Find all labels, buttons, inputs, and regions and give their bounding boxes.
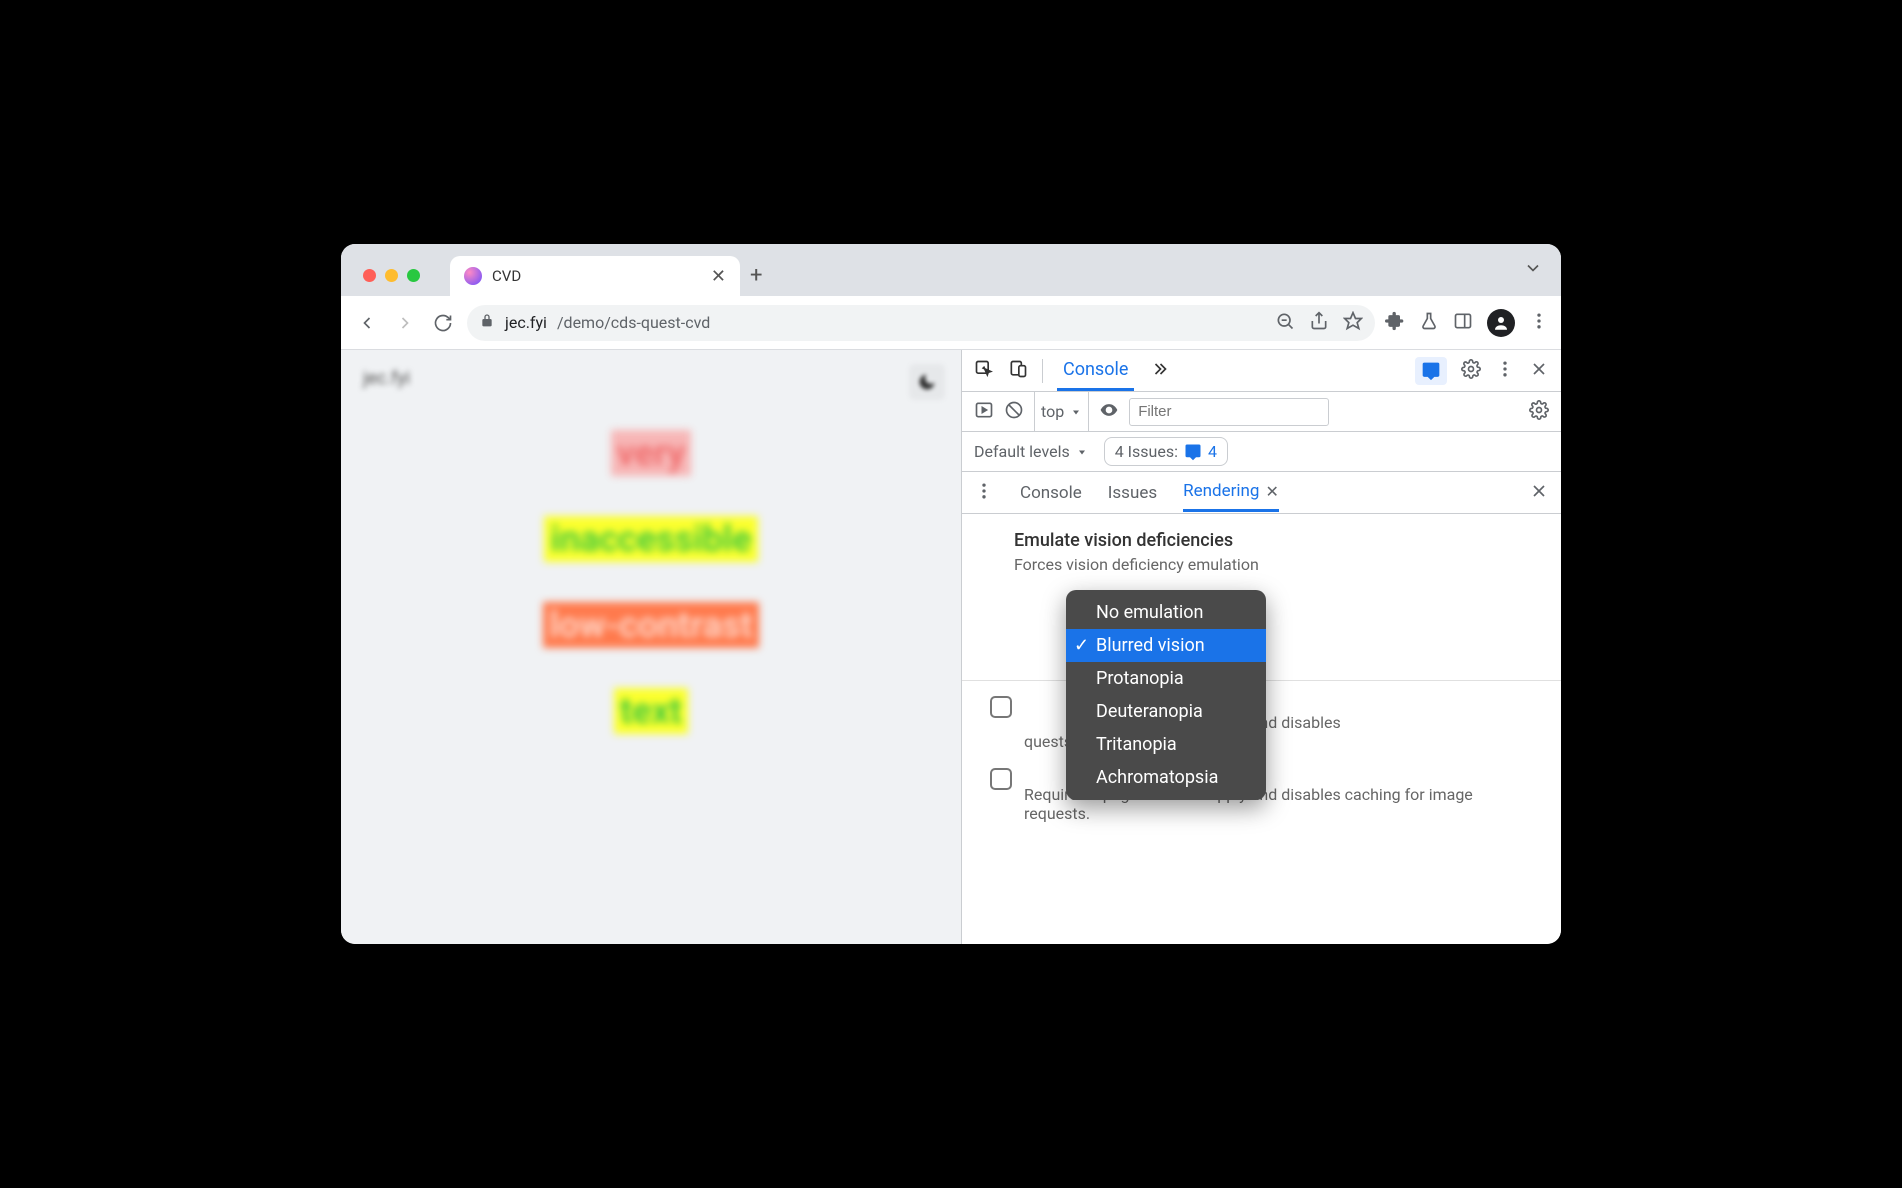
drawer-tab-rendering: Rendering: [1183, 481, 1259, 501]
console-sidebar-toggle-icon[interactable]: [974, 400, 994, 424]
devtools-tab-console[interactable]: Console: [1057, 351, 1134, 391]
drawer-menu-icon[interactable]: [974, 481, 994, 505]
tab-favicon: [464, 267, 482, 285]
drawer-tab-rendering-wrap[interactable]: Rendering ✕: [1183, 473, 1279, 512]
clear-console-icon[interactable]: [1004, 400, 1024, 424]
context-label: top: [1041, 402, 1064, 421]
maximize-window-button[interactable]: [407, 269, 420, 282]
console-settings-icon[interactable]: [1529, 400, 1549, 424]
settings-icon[interactable]: [1461, 359, 1481, 383]
page-content: very inaccessible low-contrast text: [341, 430, 961, 734]
sample-text-1: very: [611, 430, 691, 476]
close-devtools-button[interactable]: [1529, 359, 1549, 383]
url-path: /demo/cds-quest-cvd: [557, 313, 710, 332]
extensions-icon[interactable]: [1385, 311, 1405, 335]
page-viewport: jec.fyi very inaccessible low-contrast t…: [341, 350, 961, 944]
back-button[interactable]: [353, 309, 381, 337]
filter-input[interactable]: [1129, 398, 1329, 426]
site-label: jec.fyi: [363, 368, 410, 389]
inspect-icon[interactable]: [974, 359, 994, 383]
devtools-toolbar: Console: [962, 350, 1561, 392]
issues-chip[interactable]: 4 Issues: 4: [1104, 437, 1228, 466]
close-drawer-button[interactable]: [1529, 481, 1549, 505]
more-tabs-icon[interactable]: [1148, 359, 1168, 383]
console-toolbar: top: [962, 392, 1561, 432]
option-deuteranopia[interactable]: Deuteranopia: [1066, 695, 1266, 728]
share-icon[interactable]: [1309, 311, 1329, 335]
device-toggle-icon[interactable]: [1008, 359, 1028, 383]
option-blurred-vision[interactable]: Blurred vision: [1066, 629, 1266, 662]
drawer-tabs: Console Issues Rendering ✕: [962, 472, 1561, 514]
new-tab-button[interactable]: +: [750, 263, 762, 296]
tab-title: CVD: [492, 267, 701, 285]
sample-text-4: text: [614, 688, 688, 734]
browser-toolbar: [1385, 309, 1549, 337]
minimize-window-button[interactable]: [385, 269, 398, 282]
forward-button[interactable]: [391, 309, 419, 337]
omnibox-actions: [1275, 311, 1363, 335]
issues-count: 4: [1208, 442, 1217, 461]
close-rendering-tab-button[interactable]: ✕: [1265, 482, 1278, 501]
tab-strip: CVD ✕ +: [341, 244, 1561, 296]
console-filter-bar: Default levels 4 Issues: 4: [962, 432, 1561, 472]
option-no-emulation[interactable]: No emulation: [1066, 596, 1266, 629]
drawer-tab-console[interactable]: Console: [1020, 483, 1082, 503]
context-selector[interactable]: top: [1034, 392, 1089, 431]
window-controls: [353, 269, 430, 296]
tab-list-button[interactable]: [1523, 258, 1543, 282]
profile-avatar[interactable]: [1487, 309, 1515, 337]
log-levels-selector[interactable]: Default levels: [974, 442, 1088, 461]
devtools-menu-icon[interactable]: [1495, 359, 1515, 383]
image-format-checkbox-2[interactable]: [990, 768, 1012, 790]
url-host: jec.fyi: [505, 313, 547, 332]
browser-window: CVD ✕ + jec.fyi/demo/cds-quest-cvd: [341, 244, 1561, 944]
issues-notification-icon[interactable]: [1415, 357, 1447, 385]
emulate-vision-subtitle: Forces vision deficiency emulation: [1014, 555, 1533, 574]
omnibox[interactable]: jec.fyi/demo/cds-quest-cvd: [467, 305, 1375, 341]
rendering-panel: Emulate vision deficiencies Forces visio…: [962, 514, 1561, 836]
vision-deficiency-dropdown[interactable]: No emulation Blurred vision Protanopia D…: [1066, 590, 1266, 800]
log-levels-label: Default levels: [974, 442, 1070, 461]
chrome-menu-icon[interactable]: [1529, 311, 1549, 335]
sample-text-3: low-contrast: [543, 602, 758, 648]
sidepanel-icon[interactable]: [1453, 311, 1473, 335]
dark-mode-toggle[interactable]: [909, 364, 945, 400]
reload-button[interactable]: [429, 309, 457, 337]
content-area: jec.fyi very inaccessible low-contrast t…: [341, 350, 1561, 944]
emulate-vision-title: Emulate vision deficiencies: [1014, 530, 1533, 551]
close-tab-button[interactable]: ✕: [711, 266, 726, 287]
address-bar: jec.fyi/demo/cds-quest-cvd: [341, 296, 1561, 350]
zoom-icon[interactable]: [1275, 311, 1295, 335]
option-achromatopsia[interactable]: Achromatopsia: [1066, 761, 1266, 794]
issues-label: 4 Issues:: [1115, 442, 1178, 461]
close-window-button[interactable]: [363, 269, 376, 282]
devtools-panel: Console top: [961, 350, 1561, 944]
labs-icon[interactable]: [1419, 311, 1439, 335]
drawer-tab-issues[interactable]: Issues: [1108, 483, 1157, 503]
sample-text-2: inaccessible: [544, 516, 757, 562]
option-tritanopia[interactable]: Tritanopia: [1066, 728, 1266, 761]
option-protanopia[interactable]: Protanopia: [1066, 662, 1266, 695]
image-format-checkbox-1[interactable]: [990, 696, 1012, 718]
lock-icon: [479, 313, 495, 333]
live-expression-icon[interactable]: [1099, 400, 1119, 424]
browser-tab[interactable]: CVD ✕: [450, 256, 740, 296]
bookmark-icon[interactable]: [1343, 311, 1363, 335]
